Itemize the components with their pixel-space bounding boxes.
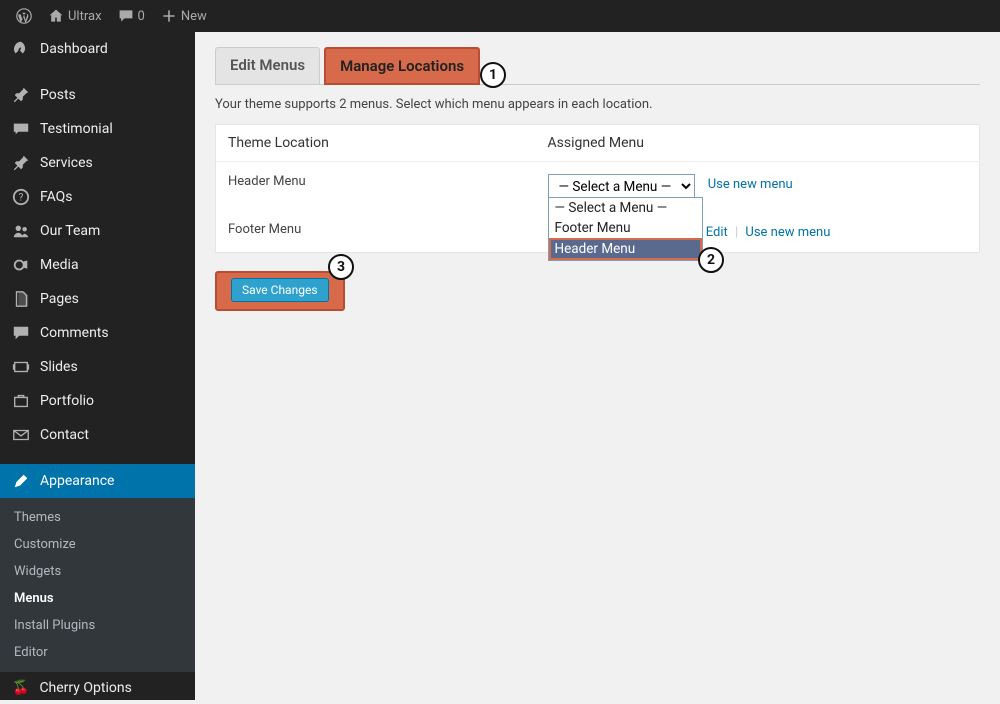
col-theme-location: Theme Location [216, 125, 536, 162]
media-icon [12, 256, 30, 274]
dashboard-icon [12, 40, 30, 58]
sidebar-item-label: Testimonial [40, 121, 113, 137]
comment-icon [12, 324, 30, 342]
slides-icon [12, 358, 30, 376]
edit-menu-link[interactable]: Edit [706, 225, 728, 240]
dropdown-option-highlighted[interactable]: Header Menu [549, 238, 702, 260]
comments-link[interactable]: 0 [110, 8, 153, 24]
sidebar-item-services[interactable]: Services [0, 146, 195, 180]
sidebar-item-label: Slides [40, 359, 78, 375]
comments-count: 0 [138, 9, 145, 24]
sidebar-item-label: Posts [40, 87, 76, 103]
dropdown-option[interactable]: — Select a Menu — [549, 198, 702, 218]
sidebar-item-portfolio[interactable]: Portfolio [0, 384, 195, 418]
sidebar-item-faqs[interactable]: ? FAQs [0, 180, 195, 214]
sidebar-item-label: Portfolio [40, 393, 94, 409]
menu-select-dropdown: — Select a Menu — Footer Menu Header Men… [548, 197, 703, 261]
site-name: Ultrax [68, 9, 102, 24]
pin-icon [12, 86, 30, 104]
cherry-icon: 🍒 [12, 680, 29, 696]
sidebar-item-pages[interactable]: Pages [0, 282, 195, 316]
wordpress-icon [16, 8, 32, 24]
home-icon [48, 8, 64, 24]
submenu-menus[interactable]: Menus [0, 585, 195, 612]
svg-text:?: ? [19, 193, 24, 204]
admin-bar: Ultrax 0 New [0, 0, 1000, 32]
table-row: Header Menu — Select a Menu — — Select a… [216, 162, 980, 211]
wp-logo[interactable] [8, 8, 40, 24]
sidebar-item-team[interactable]: Our Team [0, 214, 195, 248]
sidebar-item-label: Cherry Options [39, 680, 131, 696]
pin-icon [12, 154, 30, 172]
callout-2: 2 [698, 247, 724, 273]
contact-icon [12, 426, 30, 444]
appearance-icon [12, 472, 30, 490]
appearance-submenu: Themes Customize Widgets Menus Install P… [0, 498, 195, 672]
sidebar-item-appearance[interactable]: Appearance [0, 464, 195, 498]
locations-table: Theme Location Assigned Menu Header Menu… [215, 124, 980, 253]
location-name: Header Menu [216, 162, 536, 211]
submenu-customize[interactable]: Customize [0, 531, 195, 558]
sidebar-item-posts[interactable]: Posts [0, 78, 195, 112]
sidebar-item-label: Media [40, 257, 79, 273]
help-icon: ? [12, 188, 30, 206]
sidebar-item-label: Comments [40, 325, 109, 341]
use-new-menu-link[interactable]: Use new menu [745, 225, 830, 240]
sidebar-item-contact[interactable]: Contact [0, 418, 195, 452]
sidebar-item-media[interactable]: Media [0, 248, 195, 282]
sidebar-item-label: Services [40, 155, 93, 171]
callout-3: 3 [328, 254, 354, 280]
content-area: Edit Menus Manage Locations Your theme s… [195, 32, 1000, 700]
sidebar-item-label: Our Team [40, 223, 100, 239]
help-text: Your theme supports 2 menus. Select whic… [215, 97, 980, 112]
sidebar-item-slides[interactable]: Slides [0, 350, 195, 384]
sidebar-item-label: Pages [40, 291, 79, 307]
quote-icon [12, 120, 30, 138]
plus-icon [161, 8, 177, 24]
col-assigned-menu: Assigned Menu [536, 125, 980, 162]
submenu-widgets[interactable]: Widgets [0, 558, 195, 585]
menu-select-header[interactable]: — Select a Menu — [548, 174, 695, 198]
admin-sidebar: Dashboard Posts Testimonial Services ? F… [0, 32, 195, 700]
submenu-themes[interactable]: Themes [0, 504, 195, 531]
submenu-install-plugins[interactable]: Install Plugins [0, 612, 195, 639]
portfolio-icon [12, 392, 30, 410]
sidebar-item-label: Appearance [40, 473, 114, 489]
sidebar-item-cherry[interactable]: 🍒 Cherry Options [0, 672, 195, 704]
submenu-editor[interactable]: Editor [0, 639, 195, 666]
pages-icon [12, 290, 30, 308]
comment-icon [118, 8, 134, 24]
use-new-menu-link[interactable]: Use new menu [708, 177, 793, 192]
save-changes-button[interactable]: Save Changes [215, 271, 345, 311]
nav-tabs: Edit Menus Manage Locations [215, 47, 980, 85]
new-label: New [181, 9, 207, 24]
dropdown-option[interactable]: Footer Menu [549, 218, 702, 238]
sidebar-item-label: Dashboard [40, 41, 108, 57]
sidebar-item-label: FAQs [40, 189, 73, 205]
site-link[interactable]: Ultrax [40, 8, 110, 24]
tab-manage-locations[interactable]: Manage Locations [324, 47, 480, 85]
tab-edit-menus[interactable]: Edit Menus [215, 47, 320, 85]
team-icon [12, 222, 30, 240]
callout-1: 1 [480, 62, 506, 88]
sidebar-item-dashboard[interactable]: Dashboard [0, 32, 195, 66]
separator: | [735, 225, 738, 240]
sidebar-item-comments[interactable]: Comments [0, 316, 195, 350]
location-name: Footer Menu [216, 210, 536, 253]
new-link[interactable]: New [153, 8, 215, 24]
sidebar-item-label: Contact [40, 427, 89, 443]
sidebar-item-testimonial[interactable]: Testimonial [0, 112, 195, 146]
